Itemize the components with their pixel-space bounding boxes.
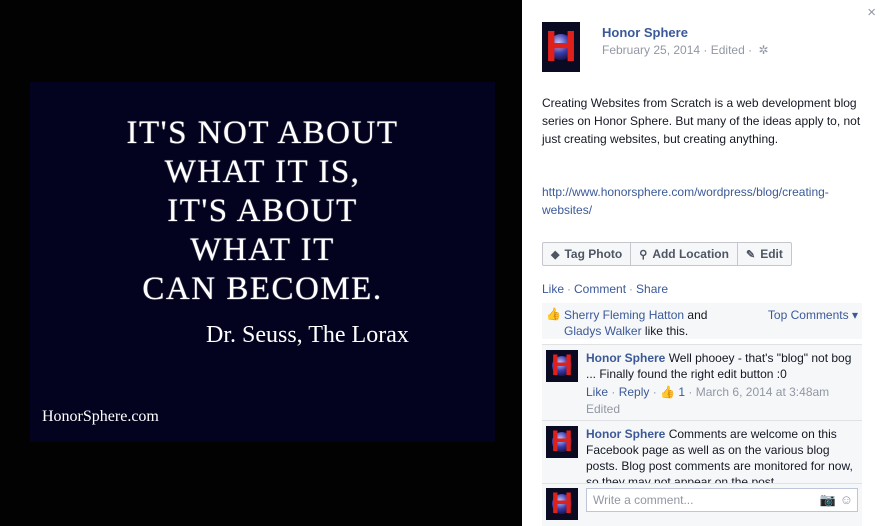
- photo-watermark: HonorSphere.com: [42, 408, 159, 425]
- comment-time[interactable]: March 6, 2014 at 3:48am: [696, 385, 829, 399]
- comment-composer: H Write a comment... 📷 ☺: [542, 483, 862, 526]
- post-panel: × H Honor Sphere February 25, 2014 · Edi…: [522, 0, 886, 526]
- comment-text: Honor Sphere Well phooey - that's "blog"…: [586, 351, 852, 381]
- post-date[interactable]: February 25, 2014: [602, 43, 700, 57]
- comment-input[interactable]: Write a comment... 📷 ☺: [586, 488, 858, 512]
- comment-like-link[interactable]: Like: [586, 385, 608, 399]
- location-pin-icon: ⚲: [639, 248, 648, 261]
- page-name-link[interactable]: Honor Sphere: [602, 25, 769, 40]
- logo-h-icon: H: [545, 22, 577, 71]
- comment-item: H Honor Sphere Comments are welcome on t…: [542, 420, 862, 483]
- edit-button[interactable]: ✎ Edit: [738, 243, 791, 265]
- liker-link[interactable]: Sherry Fleming Hatton: [564, 308, 684, 322]
- pencil-icon: ✎: [745, 248, 756, 261]
- camera-icon[interactable]: 📷: [820, 492, 836, 507]
- page-avatar[interactable]: H: [542, 22, 580, 72]
- comment-sort-dropdown[interactable]: Top Comments ▾: [768, 307, 858, 323]
- likes-summary: 👍 Sherry Fleming Hatton and Gladys Walke…: [542, 303, 862, 339]
- quote-line: what it: [190, 232, 335, 268]
- post-body: Creating Websites from Scratch is a web …: [542, 96, 861, 146]
- thumbs-up-icon: 👍: [546, 307, 561, 321]
- close-icon[interactable]: ×: [867, 4, 876, 21]
- comment-author[interactable]: Honor Sphere: [586, 427, 665, 441]
- photo[interactable]: It's not about what it is, it's about wh…: [30, 82, 495, 442]
- photo-actions: ◆ Tag Photo ⚲ Add Location ✎ Edit: [542, 242, 792, 266]
- ufi-links: Like · Comment · Share: [542, 282, 669, 296]
- quote-attribution: Dr. Seuss, The Lorax: [206, 322, 409, 348]
- add-location-button[interactable]: ⚲ Add Location: [631, 243, 738, 265]
- post-header: H Honor Sphere February 25, 2014 · Edite…: [542, 22, 769, 72]
- thumbs-up-icon[interactable]: 👍: [660, 385, 675, 399]
- comment-edited[interactable]: Edited: [586, 402, 620, 416]
- post-meta: February 25, 2014 · Edited · ✲: [602, 43, 769, 57]
- tag-photo-button[interactable]: ◆ Tag Photo: [543, 243, 632, 265]
- post-link[interactable]: http://www.honorsphere.com/wordpress/blo…: [542, 183, 862, 219]
- quote-line: can become.: [142, 271, 383, 307]
- comment-like-count[interactable]: 1: [678, 385, 685, 399]
- emoji-icon[interactable]: ☺: [840, 492, 853, 507]
- gear-icon[interactable]: ✲: [758, 43, 768, 57]
- logo-h-icon: H: [551, 488, 573, 520]
- share-link[interactable]: Share: [636, 282, 668, 296]
- caret-down-icon: ▾: [851, 308, 858, 322]
- quote-line: It's not about: [126, 115, 399, 151]
- comment-item: H Honor Sphere Well phooey - that's "blo…: [542, 344, 862, 420]
- logo-h-icon: H: [551, 426, 573, 458]
- comment-link[interactable]: Comment: [574, 282, 626, 296]
- like-link[interactable]: Like: [542, 282, 564, 296]
- quote-line: it's about: [167, 193, 358, 229]
- tag-icon: ◆: [551, 248, 560, 261]
- liker-link[interactable]: Gladys Walker: [564, 324, 642, 338]
- commenter-avatar[interactable]: H: [546, 426, 578, 458]
- comment-text: Honor Sphere Comments are welcome on thi…: [586, 427, 853, 483]
- comment-reply-link[interactable]: Reply: [619, 385, 650, 399]
- logo-h-icon: H: [551, 350, 573, 382]
- comment-meta: Like · Reply · 👍 1 · March 6, 2014 at 3:…: [586, 385, 830, 416]
- quote-line: what it is,: [164, 154, 361, 190]
- photo-stage: It's not about what it is, it's about wh…: [0, 0, 522, 526]
- edited-label[interactable]: Edited: [711, 43, 745, 57]
- commenter-avatar[interactable]: H: [546, 350, 578, 382]
- comment-author[interactable]: Honor Sphere: [586, 351, 665, 365]
- viewer-avatar: H: [546, 488, 578, 520]
- quote-text: It's not about what it is, it's about wh…: [30, 114, 495, 309]
